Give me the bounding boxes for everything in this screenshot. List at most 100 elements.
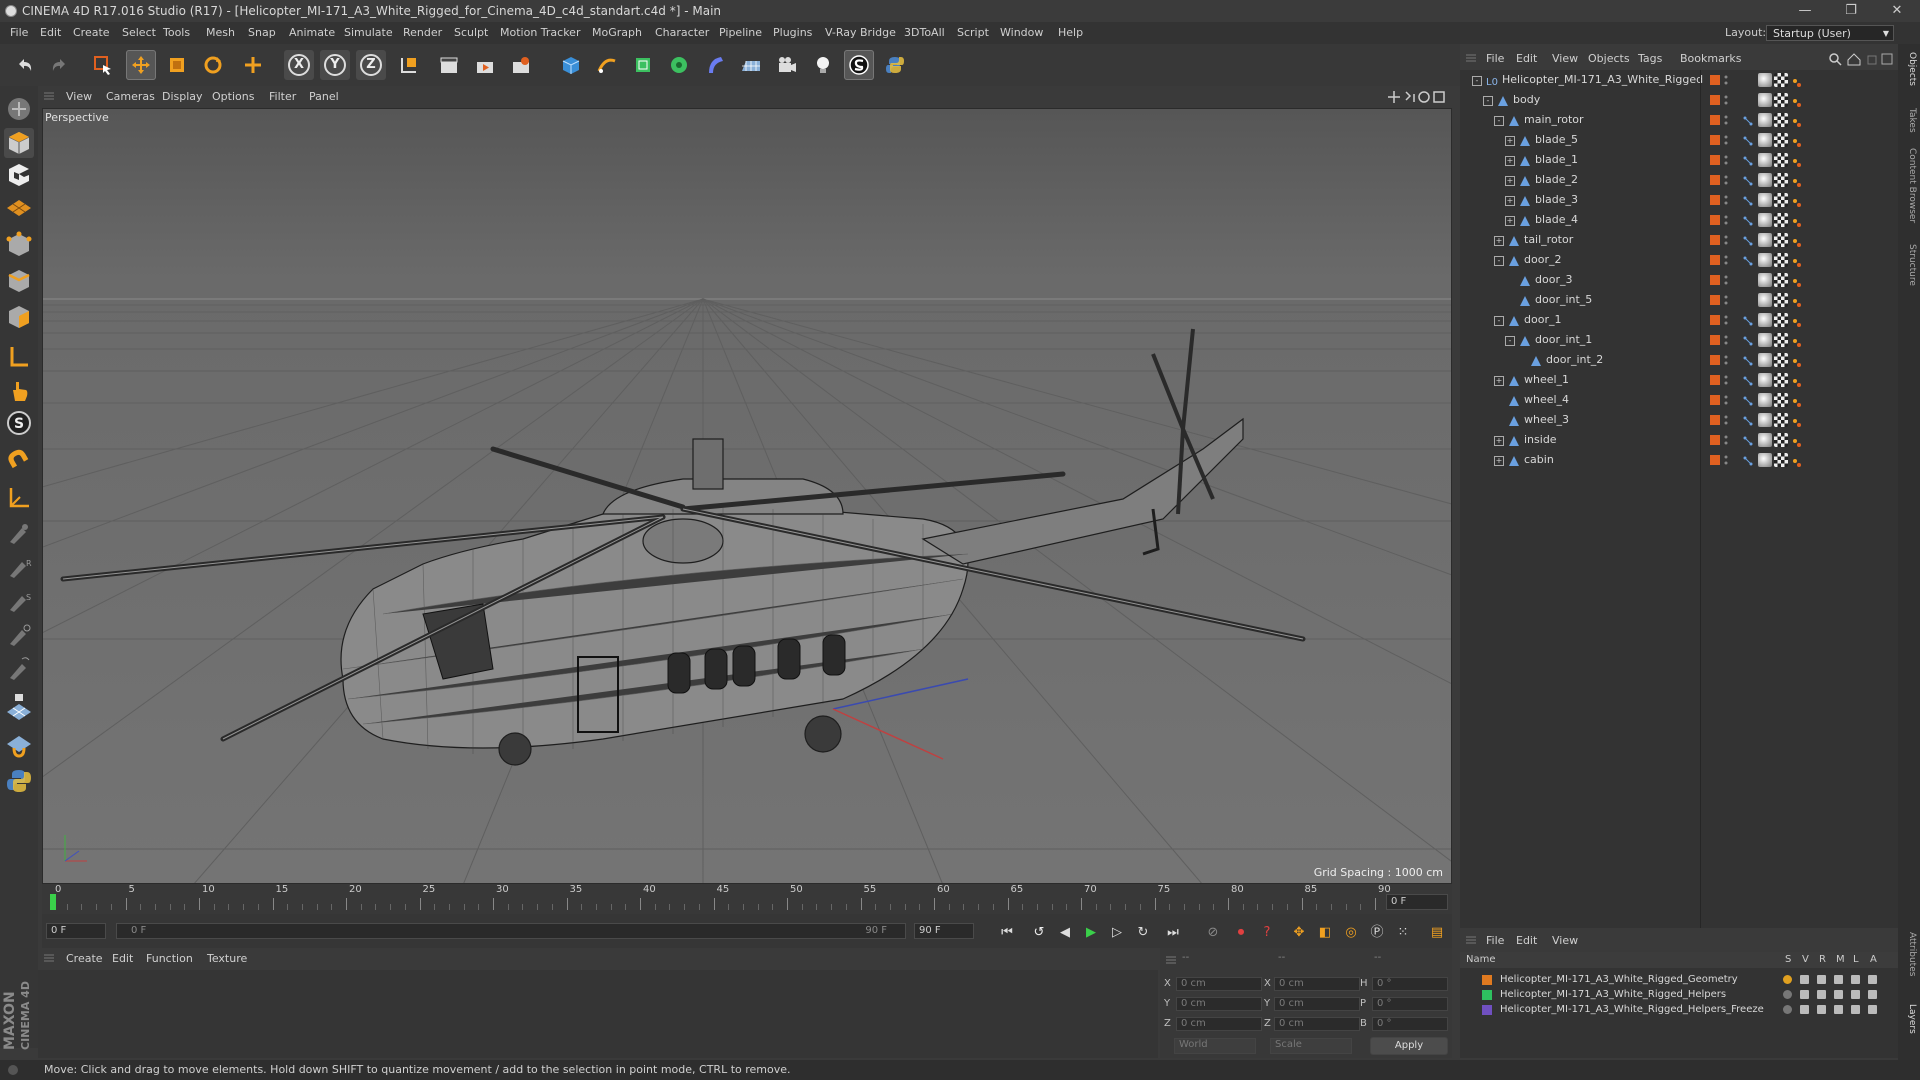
om-menu-objects[interactable]: Objects	[1588, 48, 1630, 70]
om-menu-view[interactable]: View	[1552, 48, 1578, 70]
object-name[interactable]: wheel_3	[1524, 410, 1569, 430]
object-name[interactable]: door_int_5	[1535, 290, 1592, 310]
layer-color-swatch[interactable]	[1710, 355, 1720, 365]
layer-color-swatch[interactable]	[1710, 255, 1720, 265]
animation-icon[interactable]	[1868, 1005, 1877, 1014]
phong-tag-icon[interactable]	[1792, 255, 1802, 267]
vp-menu-cameras[interactable]: Cameras	[106, 86, 155, 108]
render-view-button[interactable]	[434, 50, 464, 80]
object-name[interactable]: cabin	[1524, 450, 1554, 470]
mat-menu-function[interactable]: Function	[146, 948, 193, 970]
object-name[interactable]: door_int_1	[1535, 330, 1592, 350]
layer-color-swatch[interactable]	[1710, 115, 1720, 125]
brush-tool-3-button[interactable]: S	[4, 586, 34, 616]
brush-tool-5-button[interactable]	[4, 654, 34, 684]
uvw-tag-icon[interactable]	[1774, 353, 1788, 367]
vray-bridge-button[interactable]	[844, 50, 874, 80]
material-tag-icon[interactable]	[1758, 133, 1772, 147]
uvw-tag-icon[interactable]	[1774, 393, 1788, 407]
render-to-picture-viewer-button[interactable]	[470, 50, 500, 80]
key-rotation-button[interactable]: ◎	[1340, 922, 1362, 944]
transform-tool-button[interactable]	[238, 50, 268, 80]
skin-tag-icon[interactable]	[1742, 414, 1754, 426]
skin-tag-icon[interactable]	[1742, 354, 1754, 366]
lm-col-solo[interactable]: S	[1785, 952, 1791, 968]
expand-icon[interactable]: +	[1494, 456, 1504, 466]
pos-z-field[interactable]: 0 cm	[1176, 1017, 1262, 1031]
lock-icon[interactable]	[1851, 990, 1860, 999]
skin-tag-icon[interactable]	[1742, 454, 1754, 466]
rot-b-field[interactable]: 0 °	[1372, 1017, 1448, 1031]
menu-mograph[interactable]: MoGraph	[592, 22, 642, 44]
object-name[interactable]: door_3	[1535, 270, 1572, 290]
material-tag-icon[interactable]	[1758, 233, 1772, 247]
phong-tag-icon[interactable]	[1792, 295, 1802, 307]
edges-mode-button[interactable]	[4, 266, 34, 296]
lock-workplane-button[interactable]	[4, 692, 34, 722]
material-tag-icon[interactable]	[1758, 393, 1772, 407]
object-name[interactable]: wheel_1	[1524, 370, 1569, 390]
phong-tag-icon[interactable]	[1792, 335, 1802, 347]
previous-frame-button[interactable]: ◀	[1054, 922, 1076, 944]
phong-tag-icon[interactable]	[1792, 75, 1802, 87]
manager-icon[interactable]	[1834, 975, 1843, 984]
phong-tag-icon[interactable]	[1792, 135, 1802, 147]
live-selection-button[interactable]	[88, 50, 118, 80]
vp-menu-view[interactable]: View	[66, 86, 92, 108]
eye-icon[interactable]	[1800, 975, 1809, 984]
material-tag-icon[interactable]	[1758, 353, 1772, 367]
object-row[interactable]: + blade_4	[1460, 210, 1898, 230]
expand-icon[interactable]: +	[1494, 236, 1504, 246]
object-row[interactable]: + blade_1	[1460, 150, 1898, 170]
menu-select[interactable]: Select	[122, 22, 156, 44]
skin-tag-icon[interactable]	[1742, 254, 1754, 266]
manager-icon[interactable]	[1834, 1005, 1843, 1014]
size-y-field[interactable]: 0 cm	[1274, 997, 1360, 1011]
layer-color-swatch[interactable]	[1710, 175, 1720, 185]
tab-attributes[interactable]: Attributes	[1901, 932, 1917, 976]
brush-tool-2-button[interactable]: R	[4, 552, 34, 582]
scale-tool-button[interactable]	[162, 50, 192, 80]
menu-motion-tracker[interactable]: Motion Tracker	[500, 22, 580, 44]
expand-icon[interactable]: +	[1505, 156, 1515, 166]
layer-color-swatch[interactable]	[1482, 990, 1492, 1000]
material-tag-icon[interactable]	[1758, 333, 1772, 347]
layer-color-swatch[interactable]	[1710, 295, 1720, 305]
python-script-button[interactable]	[880, 50, 910, 80]
visibility-dots-icon[interactable]	[1724, 433, 1728, 447]
magnet-tool-button[interactable]	[4, 446, 34, 476]
add-deformer-button[interactable]	[700, 50, 730, 80]
lock-icon[interactable]	[1851, 1005, 1860, 1014]
lm-menu-view[interactable]: View	[1552, 930, 1578, 952]
y-axis-lock-button[interactable]: Y	[320, 50, 350, 80]
layer-color-swatch[interactable]	[1710, 435, 1720, 445]
perspective-viewport[interactable]: Perspective Grid Spacing : 1000 cm	[42, 108, 1452, 884]
uvw-tag-icon[interactable]	[1774, 273, 1788, 287]
layer-color-swatch[interactable]	[1710, 375, 1720, 385]
object-name[interactable]: door_2	[1524, 250, 1561, 270]
object-row[interactable]: + cabin	[1460, 450, 1898, 470]
add-nurbs-button[interactable]	[628, 50, 658, 80]
uvw-tag-icon[interactable]	[1774, 253, 1788, 267]
phong-tag-icon[interactable]	[1792, 415, 1802, 427]
lm-col-manager[interactable]: M	[1836, 952, 1845, 968]
material-tag-icon[interactable]	[1758, 273, 1772, 287]
object-row[interactable]: + inside	[1460, 430, 1898, 450]
layer-color-swatch[interactable]	[1710, 75, 1720, 85]
uvw-tag-icon[interactable]	[1774, 373, 1788, 387]
material-tag-icon[interactable]	[1758, 173, 1772, 187]
object-row[interactable]: + blade_2	[1460, 170, 1898, 190]
planar-workplane-button[interactable]	[4, 728, 34, 758]
phong-tag-icon[interactable]	[1792, 315, 1802, 327]
vp-menu-panel[interactable]: Panel	[309, 86, 339, 108]
uvw-tag-icon[interactable]	[1774, 153, 1788, 167]
material-tag-icon[interactable]	[1758, 213, 1772, 227]
redo-button[interactable]	[44, 50, 74, 80]
visibility-dots-icon[interactable]	[1724, 233, 1728, 247]
object-row[interactable]: + blade_5	[1460, 130, 1898, 150]
visibility-dots-icon[interactable]	[1724, 153, 1728, 167]
maximize-button[interactable]: ❐	[1828, 0, 1874, 22]
uvw-tag-icon[interactable]	[1774, 233, 1788, 247]
key-parameter-button[interactable]: Ⓟ	[1366, 922, 1388, 944]
solo-icon[interactable]	[1783, 990, 1792, 999]
